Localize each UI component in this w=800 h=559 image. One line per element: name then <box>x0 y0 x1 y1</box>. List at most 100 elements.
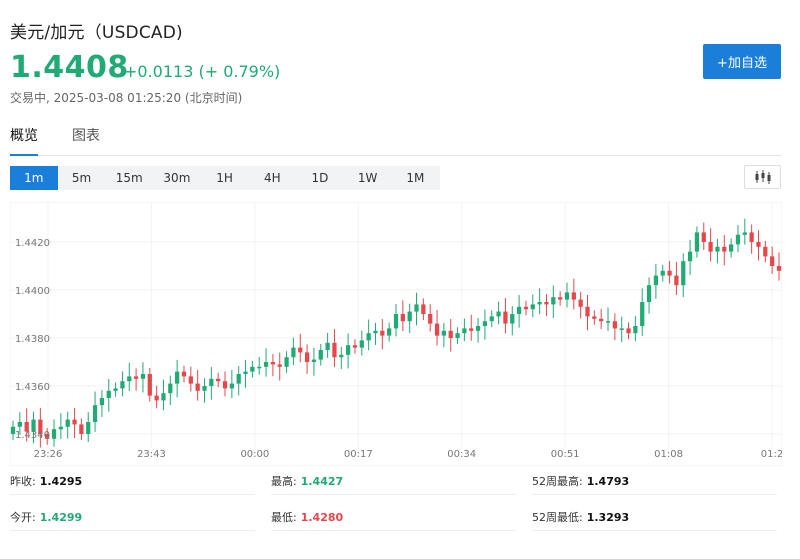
candle-body <box>578 299 583 307</box>
candle-body <box>516 306 522 314</box>
interval-1w[interactable]: 1W <box>344 166 392 190</box>
candle-body <box>441 330 446 336</box>
candle-body <box>544 302 549 305</box>
candle-body <box>106 390 111 398</box>
candle-body <box>120 381 125 389</box>
candle-body <box>325 342 330 350</box>
candle-body <box>735 234 741 245</box>
candle-body <box>708 242 713 252</box>
stat-52w-low: 52周最低: 1.3293 <box>532 509 777 531</box>
candle-body <box>380 330 385 336</box>
candle-body <box>99 398 105 406</box>
candle-body <box>373 330 378 334</box>
candle-body <box>346 345 351 355</box>
x-tick-label: 00:17 <box>344 449 373 460</box>
candle-body <box>530 304 535 310</box>
y-tick-label: 1.4340 <box>15 430 50 441</box>
candle-body <box>407 311 412 322</box>
y-tick-label: 1.4400 <box>15 286 50 297</box>
candle-body <box>195 383 200 391</box>
x-tick-label: 00:00 <box>240 449 269 460</box>
candle-body <box>414 304 419 312</box>
y-tick-label: 1.4420 <box>15 238 50 249</box>
candle-body <box>168 383 173 394</box>
candle-body <box>86 422 91 434</box>
candle-body <box>332 342 337 358</box>
candle-body <box>277 364 282 367</box>
candle-body <box>564 292 570 300</box>
stat-high: 最高: 1.4427 <box>271 473 516 495</box>
price-chart[interactable]: 1.4420 1.4400 1.4380 1.4360 1.4340 23:26 23:4… <box>10 202 782 466</box>
candle-body <box>51 429 57 439</box>
candle-body <box>469 328 474 331</box>
candle-body <box>216 378 221 382</box>
add-to-watchlist-button[interactable]: +加自选 <box>703 44 781 79</box>
interval-5m[interactable]: 5m <box>58 166 106 190</box>
candle-body <box>352 345 358 348</box>
chart-type-button[interactable] <box>744 165 781 189</box>
stat-prev-close: 昨收: 1.4295 <box>10 473 255 495</box>
candle-body <box>263 362 269 367</box>
candle-body <box>537 302 542 305</box>
candle-body <box>640 302 645 326</box>
candle-body <box>646 285 652 302</box>
tab-chart[interactable]: 图表 <box>72 125 100 156</box>
candle-body <box>612 321 617 329</box>
interval-1d[interactable]: 1D <box>296 166 344 190</box>
candle-body <box>140 374 146 379</box>
candle-body <box>667 270 672 276</box>
candle-body <box>496 311 501 317</box>
candle-body <box>462 328 467 334</box>
high-value: 1.4427 <box>300 475 344 488</box>
x-tick-label: 23:26 <box>34 449 63 460</box>
candle-body <box>619 328 624 330</box>
x-tick-label: 23:43 <box>137 449 166 460</box>
candle-body <box>510 314 515 324</box>
candle-body <box>284 357 289 367</box>
candle-body <box>393 314 399 329</box>
candle-body <box>387 328 392 336</box>
page-title: 美元/加元（USDCAD) <box>10 23 183 43</box>
candle-body <box>257 366 262 369</box>
interval-1h[interactable]: 1H <box>201 166 249 190</box>
stat-open: 今开: 1.4299 <box>10 509 255 531</box>
candle-body <box>681 261 686 286</box>
candle-body <box>339 354 344 358</box>
candle-body <box>311 359 317 362</box>
candle-body <box>298 347 303 353</box>
prev-close-value: 1.4295 <box>39 475 83 488</box>
interval-1mo[interactable]: 1M <box>392 166 440 190</box>
candle-body <box>763 246 768 257</box>
candle-body <box>633 326 638 334</box>
interval-selector: 1m 5m 15m 30m 1H 4H 1D 1W 1M <box>10 166 440 190</box>
interval-4h[interactable]: 4H <box>248 166 296 190</box>
candle-body <box>489 316 494 322</box>
candle-body <box>605 321 611 323</box>
candle-body <box>304 352 310 362</box>
candle-body <box>551 297 556 305</box>
candle-body <box>749 232 754 242</box>
candle-body <box>58 426 63 430</box>
candle-body <box>428 314 433 324</box>
candle-body <box>161 393 166 401</box>
interval-15m[interactable]: 15m <box>105 166 153 190</box>
candle-body <box>127 376 132 382</box>
trading-status: 交易中, 2025-03-08 01:25:20 (北京时间) <box>10 91 243 105</box>
candle-body <box>209 378 214 386</box>
current-price: 1.4408 <box>10 50 129 85</box>
tab-overview[interactable]: 概览 <box>10 125 38 156</box>
candle-body <box>366 333 371 341</box>
x-tick-label: 00:51 <box>551 449 580 460</box>
candlestick-icon <box>755 170 770 184</box>
candle-body <box>318 350 323 360</box>
candle-body <box>715 246 720 252</box>
y-tick-label: 1.4360 <box>15 382 50 393</box>
candle-body <box>236 374 241 384</box>
candle-body <box>571 292 576 300</box>
candle-body <box>92 405 98 422</box>
interval-30m[interactable]: 30m <box>153 166 201 190</box>
x-tick-label: 01:08 <box>654 449 683 460</box>
candle-body <box>674 275 679 286</box>
candle-body <box>79 424 84 434</box>
interval-1m[interactable]: 1m <box>10 166 58 190</box>
